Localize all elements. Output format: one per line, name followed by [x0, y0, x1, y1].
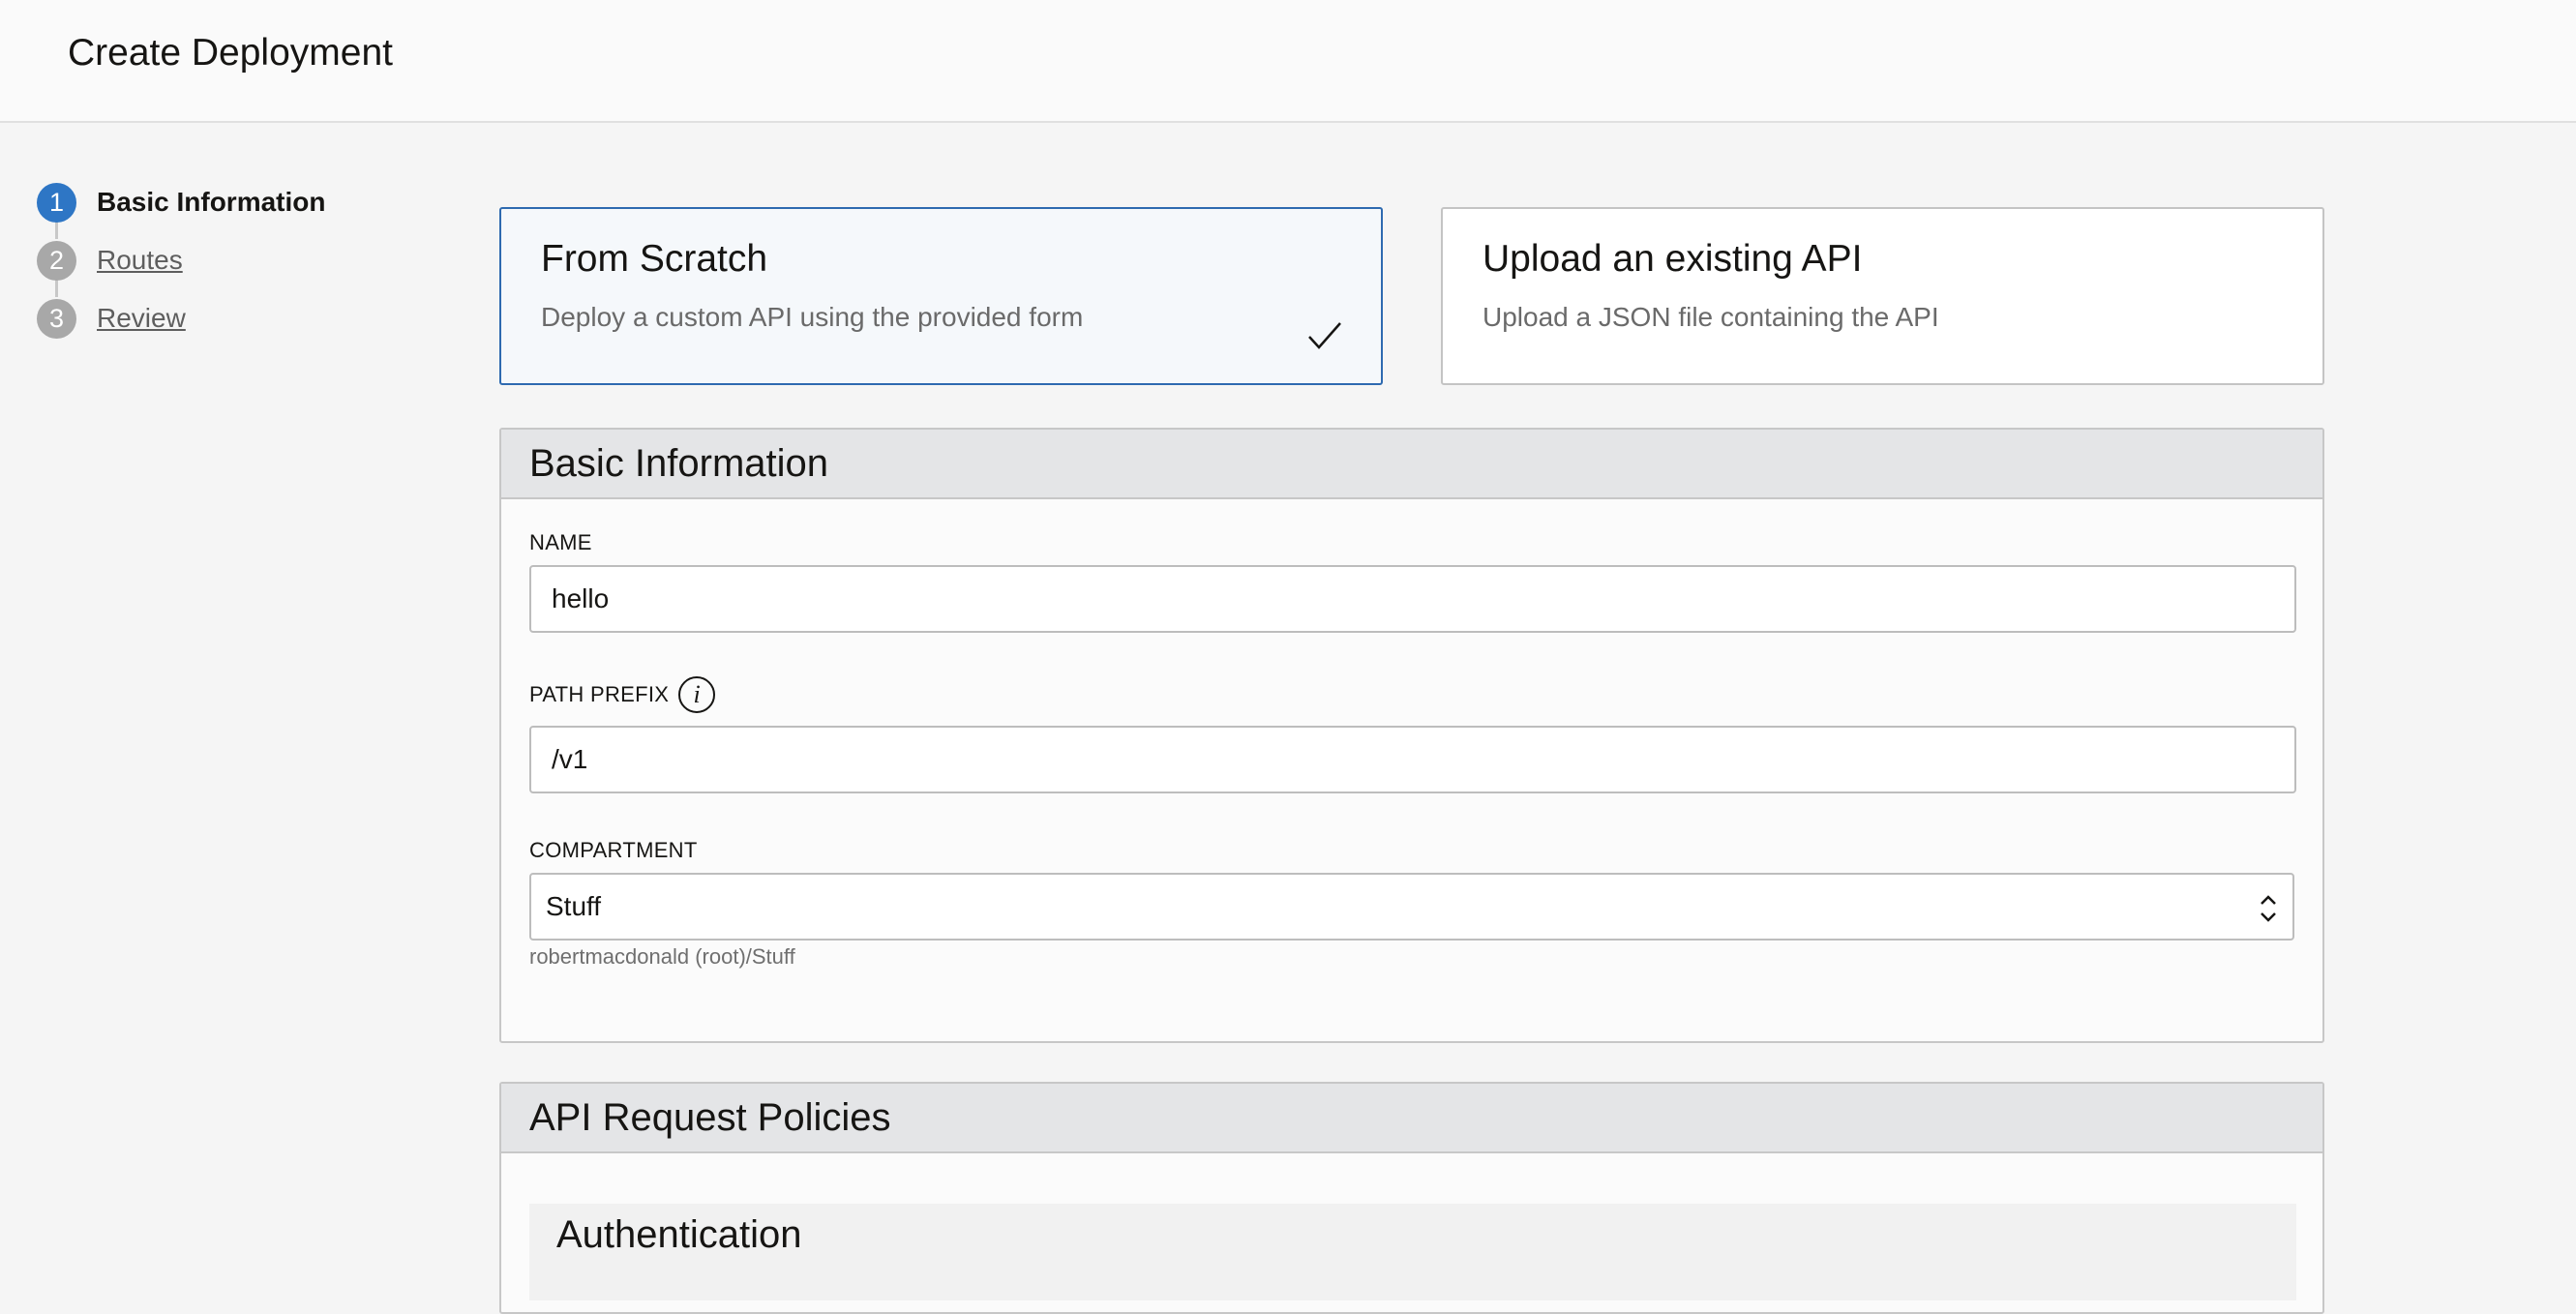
card-title: From Scratch: [541, 238, 768, 280]
compartment-label: COMPARTMENT: [529, 838, 698, 863]
panel-title: API Request Policies: [501, 1084, 2322, 1153]
step-link[interactable]: Review: [97, 303, 186, 334]
compartment-value: Stuff: [546, 891, 602, 921]
card-description: Deploy a custom API using the provided f…: [541, 302, 1084, 332]
step-label: Basic Information: [97, 187, 326, 217]
card-description: Upload a JSON file containing the API: [1483, 302, 1939, 332]
step-number: 2: [37, 240, 76, 281]
name-input[interactable]: [529, 565, 2296, 633]
path-prefix-label: PATH PREFIX i: [529, 676, 716, 713]
compartment-select[interactable]: Stuff: [529, 873, 2294, 941]
path-prefix-label-text: PATH PREFIX: [529, 682, 670, 706]
compartment-path-hint: robertmacdonald (root)/Stuff: [529, 944, 795, 969]
authentication-section: Authentication: [529, 1204, 2296, 1300]
name-label: NAME: [529, 530, 592, 555]
checkmark-icon: [1308, 322, 1341, 349]
step-routes[interactable]: 2 Routes: [37, 239, 183, 282]
step-basic-information[interactable]: 1 Basic Information: [37, 181, 325, 224]
api-request-policies-panel: API Request Policies Authentication: [499, 1082, 2324, 1314]
step-review[interactable]: 3 Review: [37, 297, 186, 340]
from-scratch-card[interactable]: From Scratch Deploy a custom API using t…: [499, 207, 1383, 385]
compartment-label-text: COMPARTMENT: [529, 838, 698, 862]
authentication-title: Authentication: [556, 1213, 802, 1256]
path-prefix-input[interactable]: [529, 726, 2296, 793]
step-number: 1: [37, 182, 76, 223]
name-label-text: NAME: [529, 530, 592, 554]
step-number: 3: [37, 298, 76, 339]
card-title: Upload an existing API: [1483, 238, 1863, 280]
info-icon[interactable]: i: [678, 676, 716, 713]
step-link[interactable]: Routes: [97, 245, 183, 276]
chevron-updown-icon: [2261, 895, 2276, 922]
basic-information-panel: Basic Information NAME PATH PREFIX i COM…: [499, 428, 2324, 1043]
page-header: Create Deployment: [0, 0, 2576, 123]
upload-api-card[interactable]: Upload an existing API Upload a JSON fil…: [1441, 207, 2324, 385]
panel-title: Basic Information: [501, 430, 2322, 499]
page-title: Create Deployment: [68, 32, 393, 74]
